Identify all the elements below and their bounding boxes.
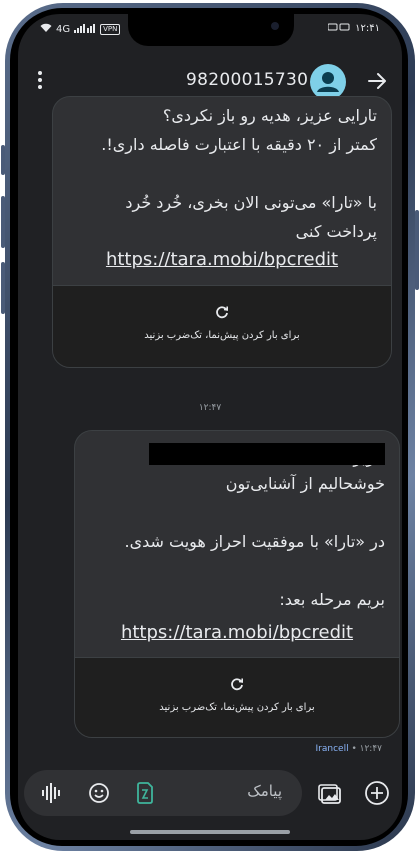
link-preview[interactable]: برای بار کردن پیش‌نما، تک‌ضرب بزنید [75, 657, 399, 737]
preview-label: برای بار کردن پیش‌نما، تک‌ضرب بزنید [159, 702, 315, 713]
refresh-icon [231, 678, 243, 691]
emoji-icon[interactable] [88, 782, 110, 804]
refresh-icon [216, 306, 228, 319]
link-preview[interactable]: برای بار کردن پیش‌نما، تک‌ضرب بزنید [53, 285, 391, 367]
compose-placeholder: پیامک [247, 782, 282, 800]
message-text: تارایی عزیز، هدیه رو باز نکردی؟ کمتر از … [101, 106, 377, 241]
wifi-icon [40, 23, 52, 36]
status-bar: 4G VPN ۱۲:۴۱ [18, 14, 402, 48]
message-link[interactable]: https://tara.mobi/bpcredit [75, 622, 399, 643]
home-indicator[interactable] [130, 830, 290, 834]
person-icon [317, 72, 339, 92]
contact-number[interactable]: 98200015730 [186, 70, 308, 90]
message-timestamp: ۱۲:۴۷ [198, 403, 222, 413]
message-link[interactable]: https://tara.mobi/bpcredit [53, 249, 391, 270]
phone-button [415, 210, 419, 290]
notification-icon [327, 22, 350, 35]
phone-button [1, 262, 5, 314]
message-bubble[interactable]: عزیز خوشحالیم از آشنایی‌تون در «تارا» با… [74, 430, 400, 738]
network-type-label: 4G [56, 24, 71, 35]
message-meta: Irancell • ۱۲:۴۷ [316, 744, 382, 754]
sim-icon[interactable] [136, 781, 154, 805]
message-text: خوشحالیم از آشنایی‌تون در «تارا» با موفق… [124, 474, 385, 609]
status-left: 4G VPN [40, 23, 121, 36]
status-time: ۱۲:۴۱ [355, 23, 380, 34]
message-bubble[interactable]: تارایی عزیز، هدیه رو باز نکردی؟ کمتر از … [52, 96, 392, 368]
signal-icon [74, 23, 96, 36]
redacted-name [149, 443, 385, 465]
voice-icon[interactable] [40, 782, 62, 804]
phone-button [1, 145, 5, 175]
add-icon[interactable] [364, 780, 390, 806]
preview-label: برای بار کردن پیش‌نما، تک‌ضرب بزنید [144, 330, 300, 341]
vpn-badge: VPN [100, 24, 121, 35]
compose-field[interactable]: پیامک [24, 770, 302, 816]
contact-avatar[interactable] [310, 64, 346, 100]
gallery-icon[interactable] [318, 782, 344, 806]
screen: 4G VPN ۱۲:۴۱ 98200015730 تارایی عزیز، هد… [18, 14, 402, 840]
phone-button [1, 196, 5, 248]
carrier-label: Irancell [315, 744, 349, 754]
meta-separator: • [351, 744, 360, 754]
camera-icon [271, 22, 279, 30]
meta-time: ۱۲:۴۷ [359, 744, 382, 754]
more-vert-icon[interactable] [36, 70, 44, 90]
arrow-forward-icon[interactable] [366, 70, 388, 92]
status-right: ۱۲:۴۱ [327, 22, 380, 35]
notch [128, 14, 294, 46]
